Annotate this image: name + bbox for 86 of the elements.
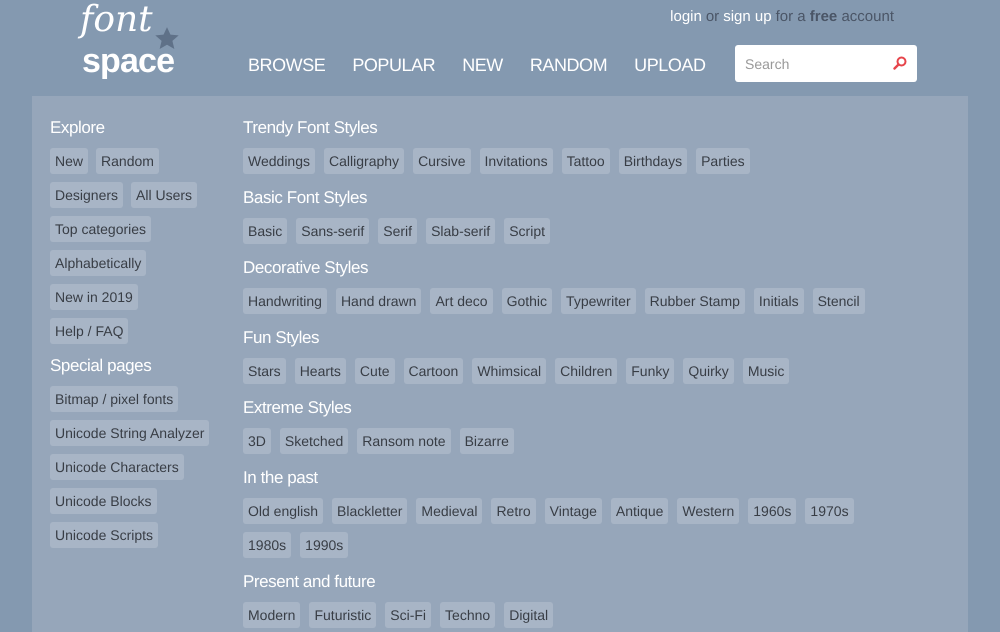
section-heading: Special pages [50,355,152,377]
nav-link[interactable]: BROWSE [248,52,326,79]
tag-link[interactable]: Parties [696,148,750,174]
tag-link[interactable]: Sans-serif [296,218,370,244]
tag-link[interactable]: Top categories [50,216,152,242]
tag-link[interactable]: Blackletter [332,498,408,524]
tag-link[interactable]: Bitmap / pixel fonts [50,386,178,412]
tag-link[interactable]: Unicode Characters [50,454,184,480]
tag-link[interactable]: Retro [491,498,536,524]
section-heading: Extreme Styles [243,397,352,419]
section-heading: Fun Styles [243,327,320,349]
tag-link[interactable]: Typewriter [561,288,636,314]
logo-text: font [80,2,153,38]
tag-link[interactable]: 1960s [748,498,796,524]
star-icon [154,26,180,52]
tag-link[interactable]: Calligraphy [324,148,404,174]
tag-link[interactable]: Initials [754,288,804,314]
tag-link[interactable]: Rubber Stamp [644,288,745,314]
tag-link[interactable]: Western [677,498,740,524]
section-heading: Trendy Font Styles [243,117,378,139]
search-field[interactable]: Search [735,45,917,82]
tag-link[interactable]: Antique [610,498,668,524]
section-heading: Explore [50,117,106,139]
tag-link[interactable]: Invitations [480,148,553,174]
nav-link[interactable]: POPULAR [352,52,436,79]
tag-link[interactable]: Unicode Blocks [50,488,156,514]
tag-link[interactable]: Unicode Scripts [50,522,158,548]
tag-link[interactable]: Techno [440,602,496,628]
tag-link[interactable]: Vintage [544,498,602,524]
account-text: or [706,7,720,27]
logo-text: space [82,44,174,78]
section-heading: Basic Font Styles [243,187,368,209]
tag-link[interactable]: New [50,148,88,174]
tag-link[interactable]: 1990s [300,532,348,558]
tag-link[interactable]: Bizarre [460,428,514,454]
tag-link[interactable]: Serif [378,218,418,244]
tag-link[interactable]: 1980s [243,532,292,558]
section-heading: In the past [243,467,319,489]
tag-link[interactable]: Medieval [416,498,482,524]
account-text: for a free account [776,7,894,27]
tag-link[interactable]: Ransom note [357,428,451,454]
tag-link[interactable]: All Users [131,182,198,208]
tag-link[interactable]: Futuristic [309,602,376,628]
nav-link[interactable]: RANDOM [530,52,608,79]
tag-link[interactable]: Modern [243,602,300,628]
tag-link[interactable]: Designers [50,182,124,208]
search-icon[interactable] [893,56,907,70]
tag-link[interactable]: Basic [243,218,288,244]
tag-link[interactable]: Help / FAQ [50,318,128,344]
tag-link[interactable]: Cursive [413,148,471,174]
tag-link[interactable]: Hearts [294,358,346,384]
tag-link[interactable]: Whimsical [472,358,546,384]
tag-link[interactable]: Art deco [430,288,493,314]
nav-link[interactable]: UPLOAD [634,52,706,79]
tag-link[interactable]: 3D [243,428,271,454]
tag-link[interactable]: 1970s [805,498,854,524]
tag-link[interactable]: Unicode String Analyzer [50,420,210,446]
tag-link[interactable]: Hand drawn [336,288,422,314]
tag-link[interactable]: Stars [243,358,286,384]
tag-link[interactable]: Weddings [243,148,316,174]
tag-link[interactable]: Funky [626,358,674,384]
tag-link[interactable]: Old english [243,498,324,524]
tag-link[interactable]: Digital [504,602,554,628]
account-link[interactable]: login [670,6,702,28]
tag-link[interactable]: Cute [354,358,394,384]
tag-link[interactable]: Sci-Fi [385,602,432,628]
tag-link[interactable]: Tattoo [562,148,610,174]
tag-link[interactable]: Birthdays [618,148,688,174]
tag-link[interactable]: Alphabetically [50,250,146,276]
tag-link[interactable]: Slab-serif [426,218,496,244]
tag-link[interactable]: Random [96,148,159,174]
tag-link[interactable]: Music [742,358,790,384]
tag-link[interactable]: Sketched [280,428,348,454]
tag-link[interactable]: Gothic [502,288,552,314]
tag-link[interactable]: Stencil [812,288,865,314]
section-heading: Present and future [243,571,376,593]
logo[interactable]: font space [70,0,200,90]
tag-link[interactable]: Quirky [683,358,734,384]
tag-link[interactable]: Script [504,218,550,244]
section-heading: Decorative Styles [243,257,370,279]
account-link[interactable]: sign up [723,6,772,28]
tag-link[interactable]: Handwriting [243,288,327,314]
tag-link[interactable]: New in 2019 [50,284,138,310]
nav-link[interactable]: NEW [462,52,503,79]
tag-link[interactable]: Cartoon [404,358,464,384]
tag-link[interactable]: Children [555,358,618,384]
